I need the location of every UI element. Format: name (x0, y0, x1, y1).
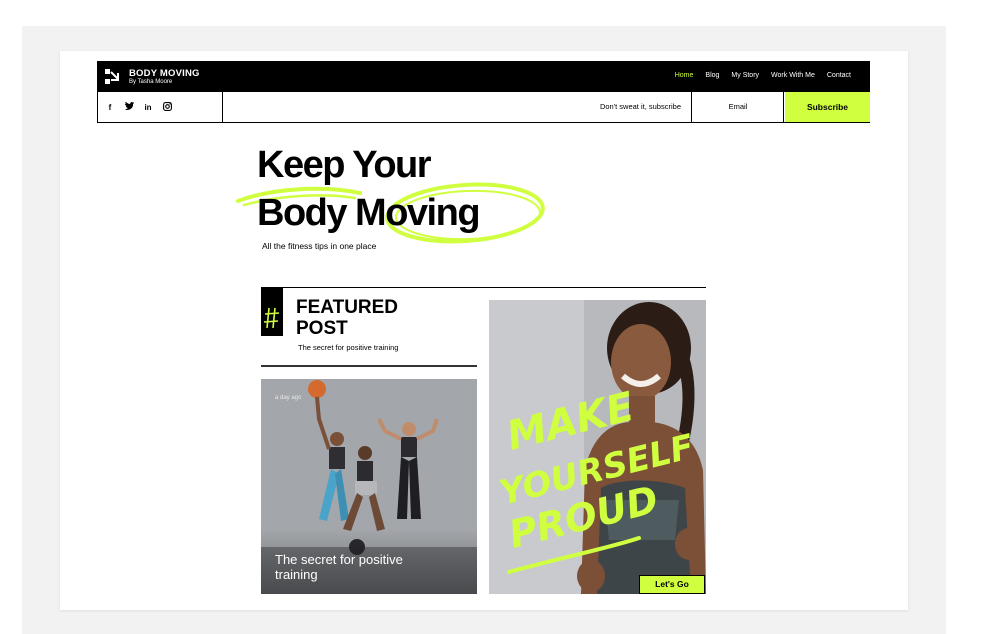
facebook-icon[interactable]: f (105, 103, 115, 112)
website-preview: BODY MOVING By Tasha Moore Home Blog My … (60, 51, 908, 610)
logo-arrow-icon[interactable] (105, 69, 120, 84)
main-nav: Home Blog My Story Work With Me Contact (675, 72, 851, 79)
twitter-icon[interactable] (124, 102, 134, 112)
nav-my-story[interactable]: My Story (731, 72, 759, 79)
post-title[interactable]: The secret for positive training (275, 552, 435, 582)
nav-home[interactable]: Home (675, 72, 694, 79)
hashtag-icon (261, 288, 283, 336)
site-header: BODY MOVING By Tasha Moore Home Blog My … (97, 61, 870, 92)
hero-title-line-2: Body Moving (257, 192, 481, 234)
email-input[interactable]: Email (693, 92, 784, 122)
social-links: f in (98, 92, 223, 122)
featured-underline (261, 365, 477, 367)
post-date: a day ago (275, 395, 302, 401)
featured-subtitle: The secret for positive training (298, 343, 399, 352)
subscribe-tagline: Don't sweat it, subscribe (224, 92, 692, 122)
featured-divider (261, 287, 706, 288)
nav-work-with-me[interactable]: Work With Me (771, 72, 815, 79)
nav-contact[interactable]: Contact (827, 72, 851, 79)
featured-post-card[interactable]: a day ago The secret for positive traini… (261, 379, 477, 594)
hero-subtitle: All the fitness tips in one place (262, 241, 377, 251)
brand-subtitle: By Tasha Moore (129, 79, 173, 85)
brand-title[interactable]: BODY MOVING (129, 68, 200, 79)
promo-image: MAKE YOURSELF PROUD Let's Go (489, 300, 706, 594)
instagram-icon[interactable] (162, 101, 172, 113)
featured-title: FEATURED POST (296, 297, 399, 339)
subscribe-bar: f in Don't sweat it, subscribe Email Sub… (97, 92, 870, 123)
linkedin-icon[interactable]: in (143, 103, 153, 112)
hero-title-line-1: Keep Your (257, 144, 432, 186)
nav-blog[interactable]: Blog (705, 72, 719, 79)
subscribe-button[interactable]: Subscribe (785, 92, 870, 122)
promo-photo: MAKE YOURSELF PROUD (489, 300, 706, 594)
lets-go-button[interactable]: Let's Go (639, 575, 705, 594)
